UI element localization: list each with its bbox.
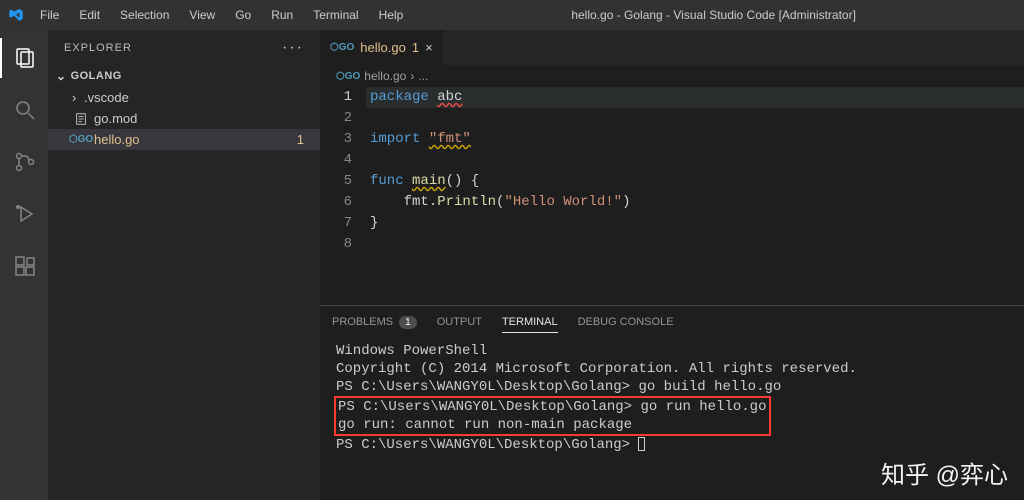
code-content[interactable]: package abc import "fmt" func main() { f… [370, 87, 1024, 305]
sidebar: EXPLORER ··· GOLANG › .vscode go.mod ⬡GO… [48, 30, 320, 500]
watermark: 知乎 @弈心 [881, 455, 1008, 490]
sidebar-more-icon[interactable]: ··· [282, 39, 304, 57]
line-gutter: 12345678 [320, 87, 370, 305]
activity-scm-icon[interactable] [0, 142, 48, 182]
file-item-vscode[interactable]: › .vscode [48, 87, 320, 108]
code-editor[interactable]: 12345678 package abc import "fmt" func m… [320, 87, 1024, 305]
menu-go[interactable]: Go [227, 4, 259, 26]
terminal-line: PS C:\Users\WANGY0L\Desktop\Golang> [336, 436, 1008, 454]
file-item-gomod[interactable]: go.mod [48, 108, 320, 129]
tab-hellogo[interactable]: ⬡GO hello.go 1 × [320, 30, 444, 65]
menu-selection[interactable]: Selection [112, 4, 177, 26]
editor-area: ⬡GO hello.go 1 × ⬡GO hello.go › ... 1234… [320, 30, 1024, 500]
terminal-line: Windows PowerShell [336, 342, 1008, 360]
sidebar-title: EXPLORER [64, 42, 132, 54]
folder-name: GOLANG [71, 70, 122, 82]
close-icon[interactable]: × [425, 40, 433, 55]
highlight-box: PS C:\Users\WANGY0L\Desktop\Golang> go r… [334, 396, 771, 436]
chevron-right-icon: › [72, 90, 84, 105]
menu-view[interactable]: View [181, 4, 223, 26]
activity-bar [0, 30, 48, 500]
panel-tab-terminal[interactable]: TERMINAL [502, 312, 558, 333]
problems-count-badge: 1 [399, 316, 417, 329]
menu-file[interactable]: File [32, 4, 67, 26]
vscode-logo-icon [8, 7, 24, 23]
menu-edit[interactable]: Edit [71, 4, 108, 26]
panel-tab-debug[interactable]: DEBUG CONSOLE [578, 312, 674, 332]
breadcrumb-separator: › [410, 69, 414, 83]
terminal-cursor [638, 437, 645, 451]
window-title: hello.go - Golang - Visual Studio Code [… [411, 8, 1016, 22]
go-file-icon: ⬡GO [72, 134, 90, 145]
panel-tab-label: PROBLEMS [332, 316, 393, 328]
breadcrumb-file: hello.go [364, 69, 406, 83]
terminal-error-line: go run: cannot run non-main package [338, 416, 767, 434]
activity-explorer-icon[interactable] [0, 38, 48, 78]
tab-badge: 1 [412, 40, 419, 55]
editor-tabs: ⬡GO hello.go 1 × [320, 30, 1024, 65]
breadcrumb-rest: ... [418, 69, 428, 83]
menu-run[interactable]: Run [263, 4, 301, 26]
menu-help[interactable]: Help [371, 4, 412, 26]
folder-root[interactable]: GOLANG [48, 65, 320, 87]
activity-extensions-icon[interactable] [0, 246, 48, 286]
title-bar: File Edit Selection View Go Run Terminal… [0, 0, 1024, 30]
panel-tabs: PROBLEMS 1 OUTPUT TERMINAL DEBUG CONSOLE [320, 306, 1024, 338]
go-file-icon: ⬡GO [330, 42, 354, 53]
file-icon [72, 112, 90, 126]
go-file-icon: ⬡GO [336, 71, 360, 82]
tab-label: hello.go [360, 40, 406, 55]
terminal-line: PS C:\Users\WANGY0L\Desktop\Golang> go r… [338, 398, 767, 416]
file-name: .vscode [84, 90, 312, 105]
file-name: go.mod [94, 111, 312, 126]
breadcrumb[interactable]: ⬡GO hello.go › ... [320, 65, 1024, 87]
terminal-line: Copyright (C) 2014 Microsoft Corporation… [336, 360, 1008, 378]
file-name: hello.go [94, 132, 297, 147]
activity-search-icon[interactable] [0, 90, 48, 130]
activity-debug-icon[interactable] [0, 194, 48, 234]
terminal-line: PS C:\Users\WANGY0L\Desktop\Golang> go b… [336, 378, 1008, 396]
sidebar-header: EXPLORER ··· [48, 30, 320, 65]
panel-tab-output[interactable]: OUTPUT [437, 312, 482, 332]
menu-terminal[interactable]: Terminal [305, 4, 366, 26]
modified-badge: 1 [297, 132, 312, 147]
panel-tab-problems[interactable]: PROBLEMS 1 [332, 312, 417, 333]
file-item-hellogo[interactable]: ⬡GO hello.go 1 [48, 129, 320, 150]
menu-bar: File Edit Selection View Go Run Terminal… [32, 4, 411, 26]
